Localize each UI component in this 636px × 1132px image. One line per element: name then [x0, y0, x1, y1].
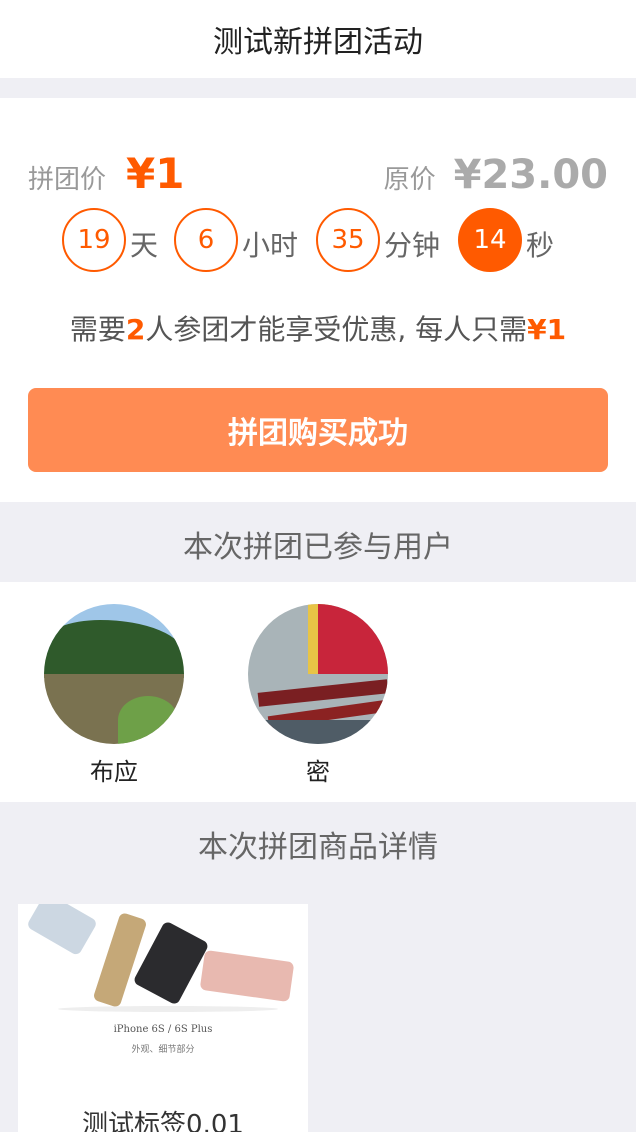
notice-price: ¥1	[527, 313, 567, 346]
original-price-block: 原价 ¥23.00	[384, 152, 608, 198]
product-card[interactable]: iPhone 6S / 6S Plus 外观、细节部分 测试标签0.01	[18, 904, 308, 1132]
product-name: 测试标签0.01	[82, 1110, 244, 1132]
countdown-seconds: 14	[458, 208, 522, 272]
notice-count: 2	[125, 313, 146, 346]
countdown-days: 19	[62, 208, 126, 272]
countdown-days-unit: 天	[130, 229, 159, 262]
product-image-caption: iPhone 6S / 6S Plus	[113, 1024, 213, 1035]
countdown-hours-unit: 小时	[242, 229, 299, 262]
members-section-title: 本次拼团已参与用户	[183, 530, 453, 565]
countdown-minutes-unit: 分钟	[384, 229, 441, 262]
countdown-timer: 19 天 6 小时 35 分钟 14 秒	[62, 208, 582, 272]
product-image: iPhone 6S / 6S Plus 外观、细节部分	[18, 904, 308, 1084]
member-name: 密	[306, 758, 330, 786]
member-item[interactable]: 布应	[44, 604, 184, 787]
original-price-label: 原价	[383, 165, 436, 195]
countdown-hours: 6	[174, 208, 238, 272]
price-row: 拼团价 ¥1 原价 ¥23.00	[28, 148, 608, 198]
group-buy-card: 拼团价 ¥1 原价 ¥23.00 19 天 6 小时 35 分钟 14 秒 需要…	[0, 98, 636, 502]
avatar	[44, 604, 184, 744]
member-name: 布应	[90, 758, 138, 786]
member-item[interactable]: 密	[248, 604, 388, 787]
group-price-block: 拼团价 ¥1	[28, 149, 184, 198]
navbar: 测试新拼团活动	[0, 0, 636, 78]
notice-prefix: 需要	[69, 313, 126, 346]
group-price-value: ¥1	[126, 149, 185, 198]
original-price-value: ¥23.00	[453, 152, 608, 198]
group-notice: 需要2人参团才能享受优惠, 每人只需¥1	[0, 308, 636, 348]
members-list: 布应 密	[0, 582, 636, 802]
countdown-minutes: 35	[316, 208, 380, 272]
countdown-seconds-unit: 秒	[526, 229, 555, 262]
avatar	[248, 604, 388, 744]
notice-middle: 人参团才能享受优惠, 每人只需	[145, 313, 528, 346]
product-image-subcaption: 外观、细节部分	[131, 1045, 195, 1055]
group-buy-success-button[interactable]: 拼团购买成功	[28, 388, 608, 472]
group-price-label: 拼团价	[28, 165, 107, 195]
product-section-title: 本次拼团商品详情	[198, 830, 438, 865]
page-title: 测试新拼团活动	[213, 25, 423, 60]
